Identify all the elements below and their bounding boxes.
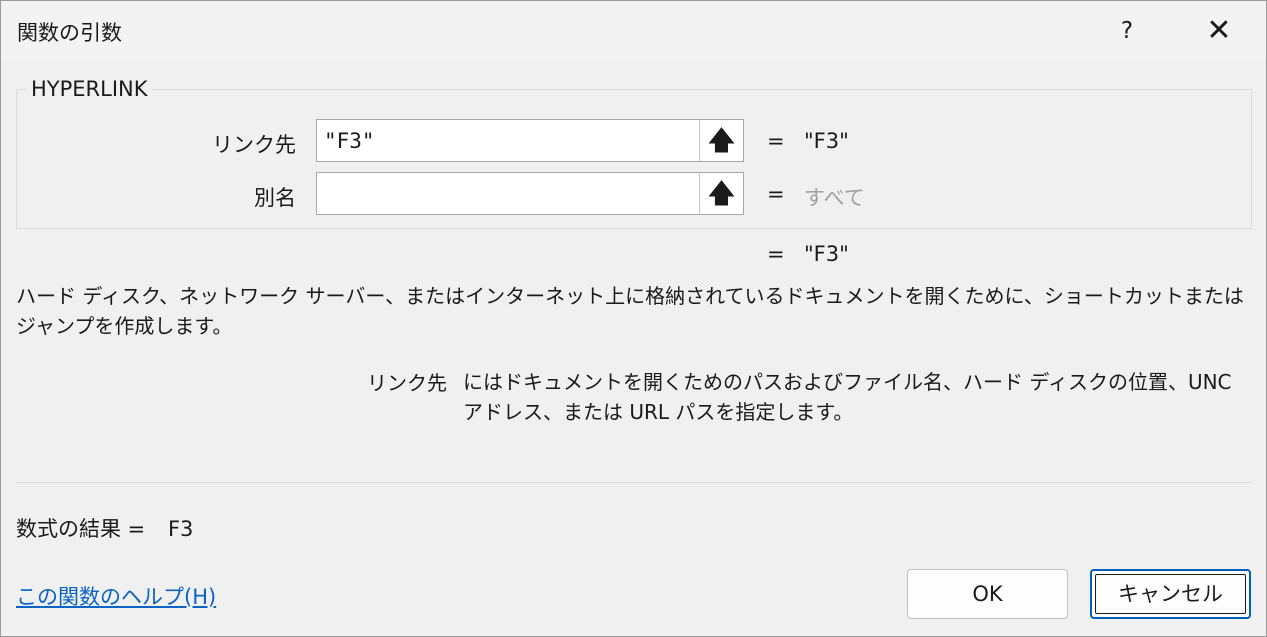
help-button[interactable]: ? bbox=[1107, 11, 1147, 51]
friendly-name-result: すべて bbox=[804, 186, 865, 210]
function-equals-sign: = bbox=[767, 242, 785, 266]
friendly-name-input[interactable]: 🡅 bbox=[316, 172, 744, 215]
function-result: "F3" bbox=[804, 242, 849, 266]
divider bbox=[16, 482, 1251, 483]
collapse-dialog-button-friendly-name[interactable]: 🡅 bbox=[699, 173, 743, 214]
formula-result-label: 数式の結果 = bbox=[16, 517, 146, 541]
link-location-input[interactable]: "F3" 🡅 bbox=[316, 119, 744, 162]
collapse-dialog-button-link-location[interactable]: 🡅 bbox=[699, 120, 743, 161]
collapse-dialog-icon: 🡅 bbox=[708, 179, 735, 209]
focus-ring bbox=[1095, 574, 1246, 614]
link-location-result: "F3" bbox=[804, 129, 849, 153]
function-name: HYPERLINK bbox=[27, 77, 152, 101]
dialog-title: 関数の引数 bbox=[17, 21, 122, 45]
collapse-dialog-icon: 🡅 bbox=[708, 126, 735, 156]
question-mark-icon: ? bbox=[1120, 18, 1134, 44]
title-bar: 関数の引数 ? ✕ bbox=[1, 1, 1266, 61]
cancel-button[interactable]: キャンセル bbox=[1090, 569, 1251, 619]
function-description: ハード ディスク、ネットワーク サーバー、またはインターネット上に格納されている… bbox=[16, 284, 1244, 338]
link-location-value: "F3" bbox=[324, 129, 375, 153]
function-help-link[interactable]: この関数のヘルプ(H) bbox=[16, 581, 216, 611]
arg-equals-sign: = bbox=[767, 182, 785, 206]
arg-equals-sign: = bbox=[767, 129, 785, 153]
close-button[interactable]: ✕ bbox=[1197, 11, 1241, 51]
arg-help-name: リンク先 bbox=[367, 371, 447, 395]
formula-result-value: F3 bbox=[167, 517, 194, 541]
close-icon: ✕ bbox=[1206, 13, 1232, 48]
arg-label-friendly-name: 別名 bbox=[254, 186, 296, 210]
arg-help-text: にはドキュメントを開くためのパスおよびファイル名、ハード ディスクの位置、UNC… bbox=[463, 370, 1232, 424]
arg-label-link-location: リンク先 bbox=[212, 133, 296, 157]
formula-result: 数式の結果 = F3 bbox=[16, 513, 193, 543]
function-arguments-dialog: 関数の引数 ? ✕ HYPERLINK リンク先 "F3" 🡅 = "F3" 別… bbox=[0, 0, 1267, 637]
ok-button[interactable]: OK bbox=[907, 569, 1068, 619]
